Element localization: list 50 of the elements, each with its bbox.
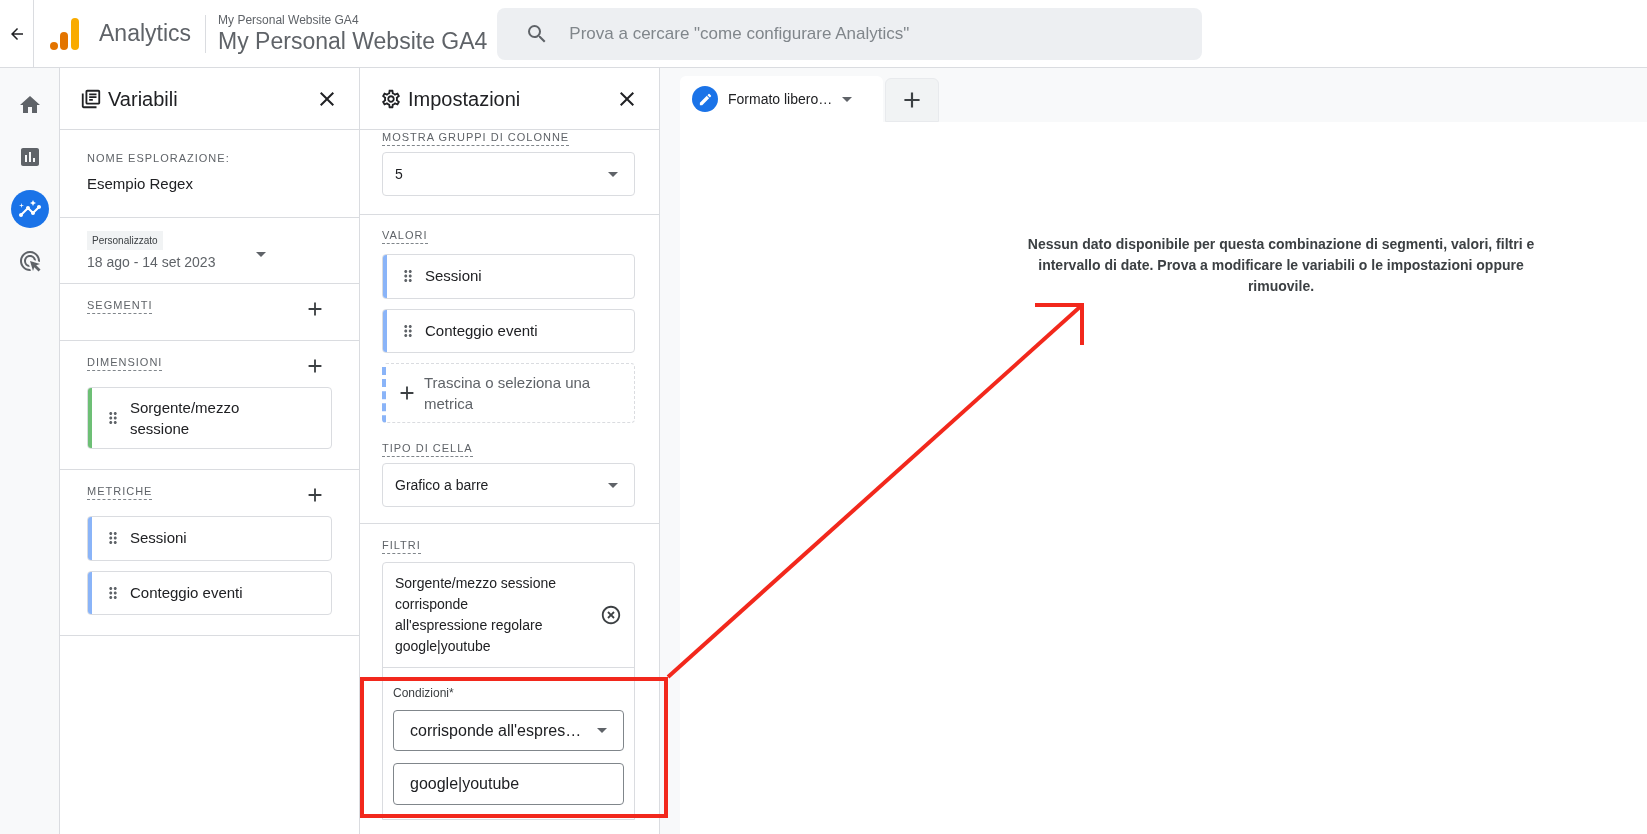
date-range-picker[interactable]: Personalizzato 18 ago - 14 set 2023 [60,218,359,284]
field-chip[interactable]: Conteggio eventi [87,570,332,615]
analytics-logo-icon [49,16,79,51]
settings-icon [380,87,402,110]
field-chip[interactable]: Sorgente/mezzo sessione [87,387,332,449]
search-field[interactable]: Prova a cercare "come configurare Analytics" [497,7,1203,60]
expression-input[interactable]: google|youtube [393,763,624,805]
section-label: FILTRI [382,538,421,554]
dropdown-caret-icon [842,96,853,102]
dropdown-caret-icon [608,171,618,177]
field-label: NOME ESPLORAZIONE: [87,151,231,166]
chip-label: Conteggio eventi [425,320,539,341]
empty-state-message: Nessun dato disponibile per questa combinazione di segmenti, valori, filtri e intervallo di date. Prova a modificare le variabili o le impostazioni oppure rimuovile. [1026,235,1536,296]
edit-icon [692,86,718,112]
field-label: Condizioni* [393,685,455,702]
dropdown-caret-icon [256,252,266,257]
field-chip[interactable]: Sessioni [87,516,332,561]
field-chip[interactable]: Conteggio eventi [382,308,635,353]
dropdown-caret-icon [608,482,618,488]
metric-drop-zone[interactable]: Trascina o seleziona una metrica [382,363,635,423]
chip-label: Sessioni [130,528,188,548]
add-tab-button[interactable] [885,78,939,122]
chip-label: Conteggio eventi [130,582,244,603]
panel-title: Impostazioni [408,86,522,112]
remove-filter-icon[interactable] [600,604,622,626]
field-chip[interactable]: Sessioni [382,254,635,299]
chip-label: Sessioni [425,266,483,286]
section-label: VALORI [382,228,428,244]
panel-title: Variabili [108,86,179,112]
account-name[interactable]: My Personal Website GA4 [218,12,488,27]
chip-label: Sorgente/mezzo sessione [130,398,241,439]
filter-description: Sorgente/mezzo sessione corrisponde all'espressione regolare google|youtube [395,574,558,656]
dropdown-select[interactable]: Grafico a barre [382,463,635,507]
date-range-text: 18 ago - 14 set 2023 [87,253,216,272]
cursor-click-icon [17,249,42,273]
app-name: Analytics [99,19,192,49]
dropdown-select[interactable]: 5 [382,152,635,196]
dropdown-caret-icon [597,728,607,733]
section-label: MOSTRA GRUPPI DI COLONNE [382,130,570,146]
section-label: SEGMENTI [87,298,153,314]
tab[interactable]: Formato libero… [680,76,883,122]
nav-rail-item[interactable] [10,190,49,228]
dropdown-select[interactable]: corrisponde all'espres… [393,710,624,751]
exploration-name[interactable]: Esempio Regex [87,172,332,195]
property-name[interactable]: My Personal Website GA4 [218,26,488,55]
variables-icon [80,87,102,110]
section-label: METRICHE [87,484,153,500]
date-badge: Personalizzato [87,231,163,250]
section-label: DIMENSIONI [87,355,163,371]
section-label: TIPO DI CELLA [382,441,473,457]
